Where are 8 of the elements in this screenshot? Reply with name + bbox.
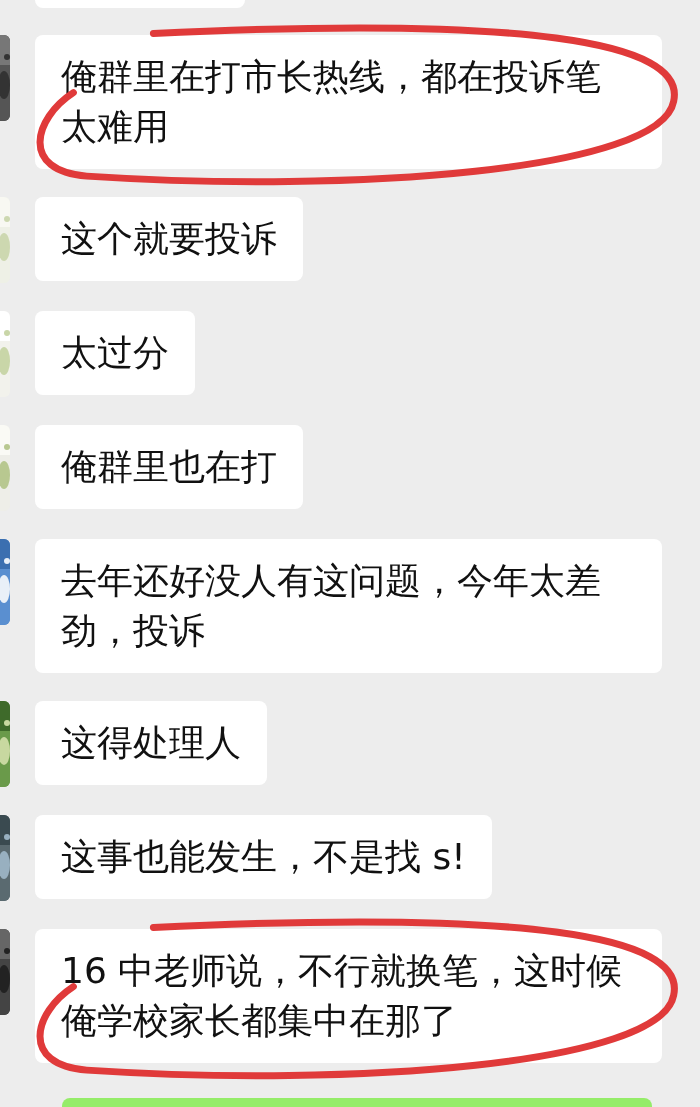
message-bubble: 16 中老师说，不行就换笔，这时候俺学校家长都集中在那了	[35, 929, 662, 1063]
message-bubble: 这事也能发生，不是找 s!	[35, 815, 492, 899]
message-bubble: 俺群里也在打	[35, 425, 303, 509]
message-bubble: 俺群里在打市长热线，都在投诉笔太难用	[35, 35, 662, 169]
message-bubble: 去年还好没人有这问题，今年太差劲，投诉	[35, 539, 662, 673]
message-bubble: 太过分	[35, 311, 195, 395]
message-bubble: 这得处理人	[35, 701, 267, 785]
message-bubble: 这个就要投诉	[35, 197, 303, 281]
